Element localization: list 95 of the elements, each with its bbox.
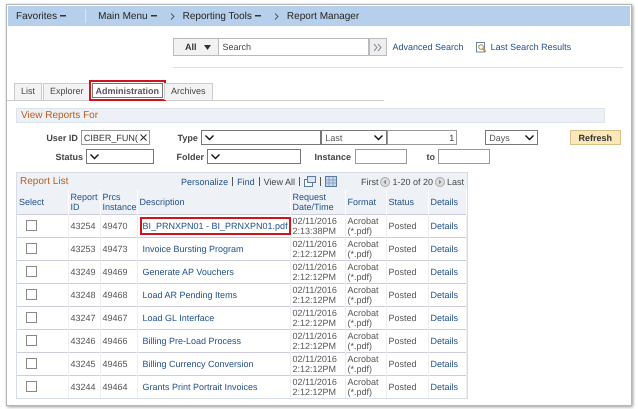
details-link[interactable]: Details <box>430 267 458 277</box>
report-link[interactable]: Invoice Bursting Program <box>140 240 247 258</box>
details-link[interactable]: Details <box>430 244 458 254</box>
table-cell: 02/11/2016 2:12:12PM <box>290 330 345 352</box>
table-cell: Acrobat (*.pdf) <box>345 260 386 284</box>
view-all-link[interactable]: View All <box>264 176 295 186</box>
table-cell: 02/11/2016 2:12:12PM <box>290 376 345 398</box>
table-cell: Posted <box>386 238 428 260</box>
table-cell: Acrobat (*.pdf) <box>345 306 386 330</box>
search-scope-dropdown[interactable]: All <box>173 38 219 56</box>
unit-dropdown[interactable]: Days <box>485 130 538 145</box>
table-cell: 49473 <box>100 238 137 260</box>
table-cell: Acrobat (*.pdf) <box>345 330 386 352</box>
nav-link[interactable]: Reporting Tools <box>174 10 272 22</box>
field-label: Type <box>176 132 199 142</box>
last-link[interactable]: Last <box>446 176 464 186</box>
table-cell: 49466 <box>100 330 137 352</box>
grid-title: Report List <box>20 176 68 187</box>
table-cell: Acrobat (*.pdf) <box>345 284 386 306</box>
details-link[interactable]: Details <box>430 382 458 392</box>
nav-link[interactable]: Main Menu <box>90 10 168 22</box>
details-link[interactable]: Details <box>430 336 458 346</box>
table-cell: 43248 <box>68 284 100 306</box>
details-link[interactable]: Details <box>430 221 458 231</box>
find-link[interactable]: Find <box>237 176 255 186</box>
field-label: to <box>426 152 436 162</box>
field-label: Instance <box>313 152 352 162</box>
table-cell: Posted <box>386 284 428 306</box>
count-field[interactable]: 1 <box>386 130 458 145</box>
period-dropdown[interactable]: Last <box>321 130 387 145</box>
table-cell: Acrobat (*.pdf) <box>345 214 386 238</box>
column-header[interactable]: Details <box>428 190 466 214</box>
refresh-button[interactable]: Refresh <box>570 130 622 145</box>
details-link[interactable]: Details <box>430 313 458 323</box>
table-cell: 49469 <box>100 260 137 284</box>
details-link[interactable]: Details <box>430 290 458 300</box>
table-cell: Posted <box>386 260 428 284</box>
table-cell: 49465 <box>100 352 137 376</box>
table-cell: Posted <box>386 214 428 238</box>
advanced-search-link[interactable]: Advanced Search <box>392 42 464 52</box>
nav-link[interactable]: Favorites <box>8 10 78 22</box>
table-cell: 49467 <box>100 306 137 330</box>
table-cell: 43244 <box>68 376 100 398</box>
report-link[interactable]: Grants Print Portrait Invoices <box>140 378 261 396</box>
table-cell: 02/11/2016 2:13:38PM <box>290 214 345 238</box>
tab[interactable]: Administration <box>92 83 164 98</box>
column-header[interactable]: Format <box>345 190 386 214</box>
tab[interactable]: Explorer <box>43 83 91 100</box>
tab[interactable]: Archives <box>164 83 213 100</box>
field-label: Status <box>54 152 84 162</box>
table-cell: Posted <box>386 306 428 330</box>
table-cell: 02/11/2016 2:12:12PM <box>290 306 345 330</box>
table-cell: 43245 <box>68 352 100 376</box>
field-label: User ID <box>45 132 79 142</box>
column-header[interactable]: Select <box>17 190 68 214</box>
details-link[interactable]: Details <box>430 359 458 369</box>
field-label: Folder <box>175 152 205 162</box>
column-header[interactable]: Request Date/Time <box>290 190 345 214</box>
table-cell: 49468 <box>100 284 137 306</box>
column-header[interactable]: Description <box>137 190 290 214</box>
table-cell: Posted <box>386 330 428 352</box>
user-id-field[interactable]: CIBER_FUN( <box>80 130 150 145</box>
table-cell: Posted <box>386 352 428 376</box>
table-cell: 02/11/2016 2:12:12PM <box>290 352 345 376</box>
report-link[interactable]: Load GL Interface <box>140 309 218 327</box>
table-cell: Acrobat (*.pdf) <box>345 352 386 376</box>
last-search-results-link[interactable]: Last Search Results <box>490 42 572 52</box>
section-title: View Reports For <box>21 110 98 121</box>
report-link[interactable]: Load AR Pending Items <box>140 286 240 304</box>
table-cell: 43246 <box>68 330 100 352</box>
report-link[interactable]: BI_PRNXPN01 - BI_PRNXPN01.pdf <box>140 217 291 235</box>
first-link[interactable]: First <box>360 176 378 186</box>
report-link[interactable]: Billing Pre-Load Process <box>140 332 244 350</box>
column-header[interactable]: Prcs Instance <box>100 190 137 214</box>
table-cell: 02/11/2016 2:12:12PM <box>290 260 345 284</box>
table-cell: Posted <box>386 376 428 398</box>
tab[interactable]: List <box>14 83 42 100</box>
personalize-link[interactable]: Personalize <box>181 176 228 186</box>
report-link[interactable]: Billing Currency Conversion <box>140 355 257 373</box>
table-cell: 02/11/2016 2:12:12PM <box>290 284 345 306</box>
table-cell: Acrobat (*.pdf) <box>345 238 386 260</box>
nav-link[interactable]: Report Manager <box>278 10 370 22</box>
table-cell: 02/11/2016 2:12:12PM <box>290 238 345 260</box>
column-header[interactable]: Report ID <box>68 190 100 214</box>
table-cell: 43253 <box>68 238 100 260</box>
page-range: 1-20 of 20 <box>392 176 433 186</box>
column-header[interactable]: Status <box>386 190 428 214</box>
table-cell: 43247 <box>68 306 100 330</box>
table-cell: 43254 <box>68 214 100 238</box>
table-cell: 49464 <box>100 376 137 398</box>
table-cell: 43249 <box>68 260 100 284</box>
table-cell: 49470 <box>100 214 137 238</box>
report-link[interactable]: Generate AP Vouchers <box>140 263 237 281</box>
search-field[interactable]: Search <box>218 38 369 56</box>
table-cell: Acrobat (*.pdf) <box>345 376 386 398</box>
